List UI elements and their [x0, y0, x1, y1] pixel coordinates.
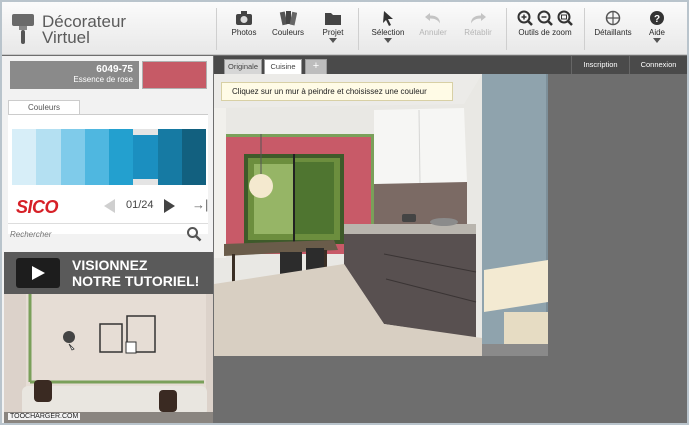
selection-label: Sélection [371, 28, 405, 37]
color-swatch[interactable] [109, 129, 134, 185]
sico-brand-logo: SICO [16, 197, 59, 217]
aide-button[interactable]: ? Aide [642, 8, 672, 50]
color-swatch[interactable] [12, 129, 37, 185]
previous-page-icon[interactable] [104, 199, 115, 213]
paintbrush-icon [12, 14, 34, 44]
selection-dropdown-icon [384, 38, 392, 43]
camera-icon [236, 11, 252, 25]
connexion-link[interactable]: Connexion [629, 56, 687, 74]
undo-icon [425, 13, 440, 24]
tutorial-banner[interactable]: VISIONNEZ NOTRE TUTORIEL! [4, 252, 213, 294]
color-swatch[interactable] [84, 129, 109, 185]
image-tabs-bar: Originale Cuisine + Inscription Connexio… [214, 56, 687, 74]
last-page-icon[interactable]: →| [192, 197, 208, 212]
tutorial-line1: VISIONNEZ [72, 257, 148, 273]
toolbar-divider [216, 8, 217, 50]
help-icon: ? [650, 11, 664, 25]
zoom-label: Outils de zoom [518, 28, 572, 37]
top-toolbar: Décorateur Virtuel Photos Couleurs Proje… [2, 2, 687, 55]
page-indicator: 01/24 [126, 199, 154, 211]
projet-dropdown-icon [329, 38, 337, 43]
color-name: Essence de rose [73, 75, 133, 84]
living-room-image [4, 294, 213, 423]
zoom-tools[interactable]: Outils de zoom [512, 8, 578, 50]
cursor-arrow-icon [383, 11, 393, 26]
color-swatch[interactable] [133, 129, 158, 185]
app-logo: Décorateur Virtuel [10, 10, 210, 48]
color-cards-icon [279, 11, 297, 26]
color-swatch[interactable] [181, 129, 206, 185]
color-palette: SICO 01/24 →| [8, 114, 208, 234]
aide-label: Aide [648, 28, 665, 37]
search-input[interactable] [10, 227, 180, 241]
detaillants-label: Détaillants [594, 28, 632, 37]
kitchen-photo [214, 74, 548, 356]
palette-pager: SICO 01/24 →| [16, 195, 208, 217]
watermark: TOOCHARGER.COM [8, 413, 81, 420]
detaillants-button[interactable]: Détaillants [590, 8, 636, 50]
app-window: Décorateur Virtuel Photos Couleurs Proje… [0, 0, 689, 425]
color-swatch[interactable] [36, 129, 61, 185]
color-search [8, 223, 208, 243]
left-panel: 6049-75 Essence de rose Couleurs SICO 01… [2, 56, 213, 423]
couleurs-button[interactable]: Couleurs [268, 8, 308, 50]
selected-color-header: 6049-75 Essence de rose [8, 60, 208, 90]
store-locator-icon [605, 10, 621, 26]
tutorial-line2: NOTRE TUTORIEL! [72, 273, 200, 289]
add-tab-button[interactable]: + [305, 59, 327, 74]
couleurs-label: Couleurs [271, 28, 304, 37]
projet-label: Projet [322, 28, 344, 37]
undo-button[interactable]: Annuler [414, 8, 452, 50]
selection-button[interactable]: Sélection [368, 8, 408, 50]
toolbar-divider [506, 8, 507, 50]
folder-icon [325, 13, 341, 25]
svg-text:?: ? [654, 14, 660, 25]
instruction-tooltip: Cliquez sur un mur à peindre et choisiss… [221, 82, 453, 101]
tab-cuisine[interactable]: Cuisine [264, 59, 302, 74]
toolbar-divider [584, 8, 585, 50]
play-icon [16, 258, 60, 288]
workspace: Originale Cuisine + Inscription Connexio… [214, 56, 687, 423]
redo-icon [471, 13, 486, 24]
swatch-strip [12, 129, 206, 185]
photos-button[interactable]: Photos [226, 8, 262, 50]
redo-button[interactable]: Rétablir [458, 8, 498, 50]
selected-color-swatch [142, 61, 207, 89]
undo-label: Annuler [419, 28, 447, 37]
tutorial-preview-image: TOOCHARGER.COM [4, 294, 213, 423]
aide-dropdown-icon [653, 38, 661, 43]
selected-color-info: 6049-75 Essence de rose [10, 61, 139, 89]
app-title-line2: Virtuel [42, 28, 90, 47]
color-code: 6049-75 [96, 64, 133, 75]
next-page-icon[interactable] [164, 199, 175, 213]
inscription-link[interactable]: Inscription [571, 56, 629, 74]
room-canvas[interactable] [214, 74, 548, 356]
toolbar-divider [358, 8, 359, 50]
redo-label: Rétablir [464, 28, 492, 37]
tab-couleurs[interactable]: Couleurs [8, 100, 80, 114]
tab-originale[interactable]: Originale [224, 59, 262, 74]
search-icon[interactable] [186, 226, 202, 242]
photos-label: Photos [231, 28, 257, 37]
color-swatch[interactable] [60, 129, 85, 185]
color-swatch[interactable] [157, 129, 182, 185]
projet-button[interactable]: Projet [316, 8, 350, 50]
zoom-icons [517, 10, 573, 26]
